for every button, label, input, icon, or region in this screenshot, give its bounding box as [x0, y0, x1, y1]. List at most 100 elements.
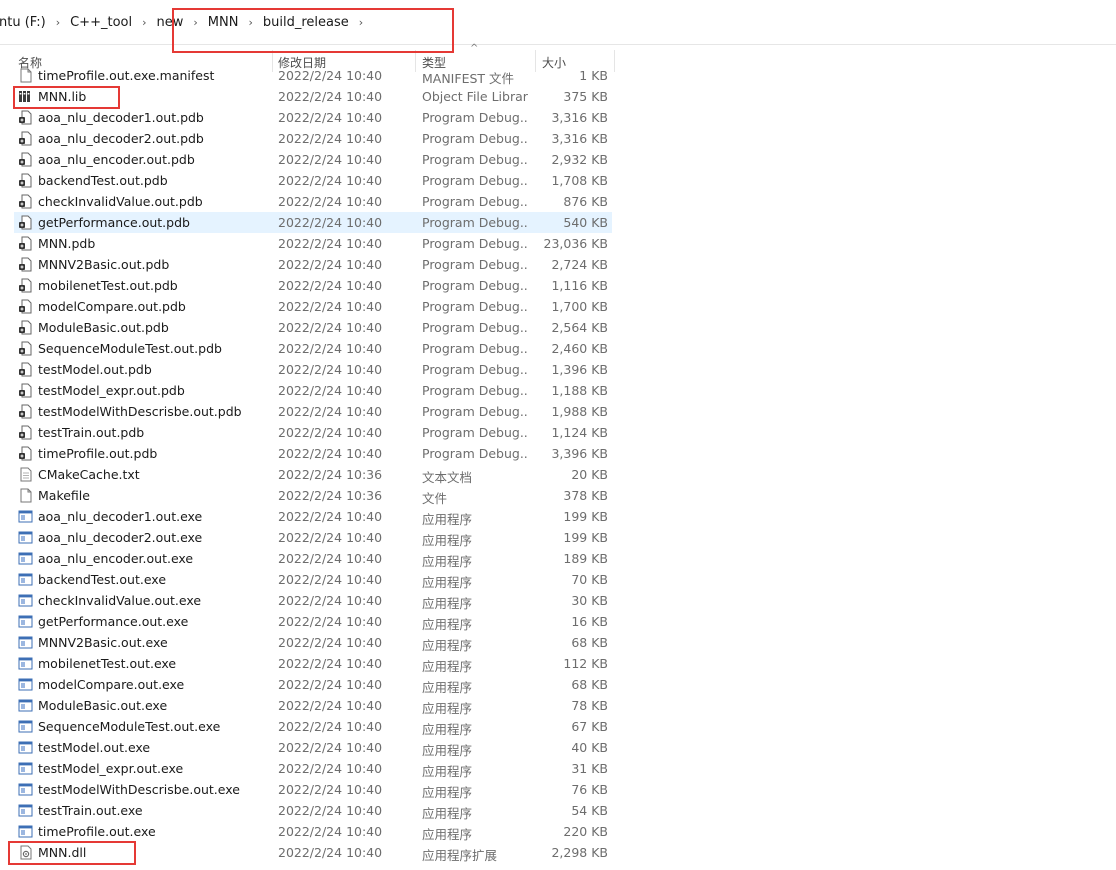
- file-date: 2022/2/24 10:40: [278, 89, 383, 104]
- breadcrumb-mnn[interactable]: MNN: [205, 15, 242, 30]
- file-row[interactable]: checkInvalidValue.out.exe 2022/2/24 10:40…: [14, 590, 612, 611]
- file-row[interactable]: timeProfile.out.exe 2022/2/24 10:40 应用程序 22…: [14, 821, 612, 842]
- file-row[interactable]: testModelWithDescrisbe.out.pdb 2022/2/24 …: [14, 401, 612, 422]
- file-row[interactable]: aoa_nlu_decoder1.out.exe 2022/2/24 10:40 应…: [14, 506, 612, 527]
- file-type: Program Debug...: [422, 215, 528, 230]
- file-row[interactable]: ModuleBasic.out.pdb 2022/2/24 10:40 Progra…: [14, 317, 612, 338]
- chevron-right-icon[interactable]: ›: [186, 16, 204, 29]
- file-name: MNN.pdb: [38, 236, 96, 251]
- file-date: 2022/2/24 10:40: [278, 404, 383, 419]
- file-size: 1,988 KB: [551, 404, 608, 419]
- file-size: 378 KB: [563, 488, 608, 503]
- file-name: SequenceModuleTest.out.pdb: [38, 341, 222, 356]
- file-date: 2022/2/24 10:40: [278, 593, 383, 608]
- file-row[interactable]: aoa_nlu_decoder2.out.exe 2022/2/24 10:40 应…: [14, 527, 612, 548]
- chevron-right-icon[interactable]: ›: [49, 16, 67, 29]
- file-row[interactable]: aoa_nlu_encoder.out.exe 2022/2/24 10:40 应用…: [14, 548, 612, 569]
- file-type: Program Debug...: [422, 152, 528, 167]
- file-row[interactable]: testModel.out.pdb 2022/2/24 10:40 Program …: [14, 359, 612, 380]
- file-row[interactable]: SequenceModuleTest.out.pdb 2022/2/24 10:4…: [14, 338, 612, 359]
- breadcrumb-new[interactable]: new: [154, 15, 187, 30]
- file-row[interactable]: timeProfile.out.exe.manifest 2022/2/24 10…: [14, 67, 612, 86]
- file-row[interactable]: testModel_expr.out.pdb 2022/2/24 10:40 Pro…: [14, 380, 612, 401]
- chevron-right-icon[interactable]: ›: [241, 16, 259, 29]
- file-date: 2022/2/24 10:40: [278, 110, 383, 125]
- file-row[interactable]: modelCompare.out.exe 2022/2/24 10:40 应用程序 6…: [14, 674, 612, 695]
- file-name: testTrain.out.exe: [38, 803, 143, 818]
- file-row[interactable]: testModel.out.exe 2022/2/24 10:40 应用程序 40 K…: [14, 737, 612, 758]
- file-row[interactable]: MNN.pdb 2022/2/24 10:40 Program Debug... 23…: [14, 233, 612, 254]
- file-name: timeProfile.out.exe.manifest: [38, 68, 215, 83]
- file-name: modelCompare.out.pdb: [38, 299, 186, 314]
- file-size: 67 KB: [571, 719, 608, 734]
- file-date: 2022/2/24 10:40: [278, 635, 383, 650]
- file-row[interactable]: MNNV2Basic.out.exe 2022/2/24 10:40 应用程序 68 …: [14, 632, 612, 653]
- file-row[interactable]: aoa_nlu_encoder.out.pdb 2022/2/24 10:40 Pr…: [14, 149, 612, 170]
- file-type: 应用程序: [422, 638, 473, 653]
- file-row[interactable]: MNN.dll 2022/2/24 10:40 应用程序扩展 2,298 KB: [14, 842, 612, 863]
- file-size: 2,564 KB: [551, 320, 608, 335]
- breadcrumb-build-release[interactable]: build_release: [260, 15, 352, 30]
- file-name: ModuleBasic.out.pdb: [38, 320, 169, 335]
- file-row[interactable]: ModuleBasic.out.exe 2022/2/24 10:40 应用程序 78…: [14, 695, 612, 716]
- file-list: timeProfile.out.exe.manifest 2022/2/24 10…: [0, 67, 620, 870]
- file-size: 1,396 KB: [551, 362, 608, 377]
- address-bar[interactable]: ntu (F:) › C++_tool › new › MNN › build_…: [0, 0, 1116, 45]
- file-size: 3,396 KB: [551, 446, 608, 461]
- file-row[interactable]: MNN.lib 2022/2/24 10:40 Object File Librar…: [14, 86, 612, 107]
- file-name: aoa_nlu_encoder.out.pdb: [38, 152, 195, 167]
- file-row[interactable]: checkInvalidValue.out.pdb 2022/2/24 10:40…: [14, 191, 612, 212]
- file-row[interactable]: getPerformance.out.exe 2022/2/24 10:40 应用程…: [14, 611, 612, 632]
- file-row[interactable]: aoa_nlu_decoder1.out.pdb 2022/2/24 10:40 P…: [14, 107, 612, 128]
- file-row[interactable]: aoa_nlu_decoder2.out.pdb 2022/2/24 10:40 P…: [14, 128, 612, 149]
- file-size: 70 KB: [571, 572, 608, 587]
- file-row[interactable]: mobilenetTest.out.exe 2022/2/24 10:40 应用程序…: [14, 653, 612, 674]
- file-row[interactable]: testModel_expr.out.exe 2022/2/24 10:40 应用程…: [14, 758, 612, 779]
- file-size: 1,700 KB: [551, 299, 608, 314]
- file-row[interactable]: testTrain.out.exe 2022/2/24 10:40 应用程序 54 K…: [14, 800, 612, 821]
- breadcrumb-drive[interactable]: ntu (F:): [0, 15, 49, 30]
- file-name: testTrain.out.pdb: [38, 425, 145, 440]
- file-row[interactable]: getPerformance.out.pdb 2022/2/24 10:40 Pro…: [14, 212, 612, 233]
- file-row[interactable]: Makefile 2022/2/24 10:36 文件 378 KB: [14, 485, 612, 506]
- library-file-icon: [18, 89, 33, 104]
- file-date: 2022/2/24 10:40: [278, 824, 383, 839]
- file-date: 2022/2/24 10:36: [278, 467, 383, 482]
- file-name: testModelWithDescrisbe.out.pdb: [38, 404, 242, 419]
- file-name: timeProfile.out.exe: [38, 824, 156, 839]
- file-size: 2,298 KB: [551, 845, 608, 860]
- breadcrumb-cpp-tool[interactable]: C++_tool: [67, 15, 135, 30]
- exe-file-icon: [18, 824, 33, 839]
- sort-ascending-icon: ^: [470, 43, 479, 54]
- file-date: 2022/2/24 10:40: [278, 194, 383, 209]
- file-size: 1 KB: [579, 68, 608, 83]
- file-date: 2022/2/24 10:40: [278, 383, 383, 398]
- file-size: 1,116 KB: [551, 278, 608, 293]
- file-type: 应用程序: [422, 743, 473, 758]
- file-date: 2022/2/24 10:40: [278, 68, 383, 83]
- file-row[interactable]: MNNV2Basic.out.pdb 2022/2/24 10:40 Program…: [14, 254, 612, 275]
- file-name: MNN.lib: [38, 89, 87, 104]
- file-row[interactable]: backendTest.out.pdb 2022/2/24 10:40 Progra…: [14, 170, 612, 191]
- file-row[interactable]: modelCompare.out.pdb 2022/2/24 10:40 Progr…: [14, 296, 612, 317]
- file-type: Program Debug...: [422, 194, 528, 209]
- exe-file-icon: [18, 635, 33, 650]
- chevron-right-icon[interactable]: ›: [352, 16, 370, 29]
- exe-file-icon: [18, 530, 33, 545]
- file-name: ModuleBasic.out.exe: [38, 698, 168, 713]
- file-row[interactable]: backendTest.out.exe 2022/2/24 10:40 应用程序 70…: [14, 569, 612, 590]
- file-row[interactable]: timeProfile.out.pdb 2022/2/24 10:40 Progra…: [14, 443, 612, 464]
- file-name: SequenceModuleTest.out.exe: [38, 719, 221, 734]
- file-row[interactable]: mobilenetTest.out.pdb 2022/2/24 10:40 Prog…: [14, 275, 612, 296]
- chevron-right-icon[interactable]: ›: [135, 16, 153, 29]
- pdb-file-icon: [18, 362, 33, 377]
- file-row[interactable]: CMakeCache.txt 2022/2/24 10:36 文本文档 20 KB: [14, 464, 612, 485]
- file-row[interactable]: testModelWithDescrisbe.out.exe 2022/2/24 …: [14, 779, 612, 800]
- file-row[interactable]: SequenceModuleTest.out.exe 2022/2/24 10:4…: [14, 716, 612, 737]
- file-type: 应用程序: [422, 827, 473, 842]
- file-name: getPerformance.out.exe: [38, 614, 189, 629]
- file-row[interactable]: testTrain.out.pdb 2022/2/24 10:40 Program …: [14, 422, 612, 443]
- file-date: 2022/2/24 10:40: [278, 761, 383, 776]
- file-date: 2022/2/24 10:40: [278, 173, 383, 188]
- file-type: MANIFEST 文件: [422, 71, 515, 86]
